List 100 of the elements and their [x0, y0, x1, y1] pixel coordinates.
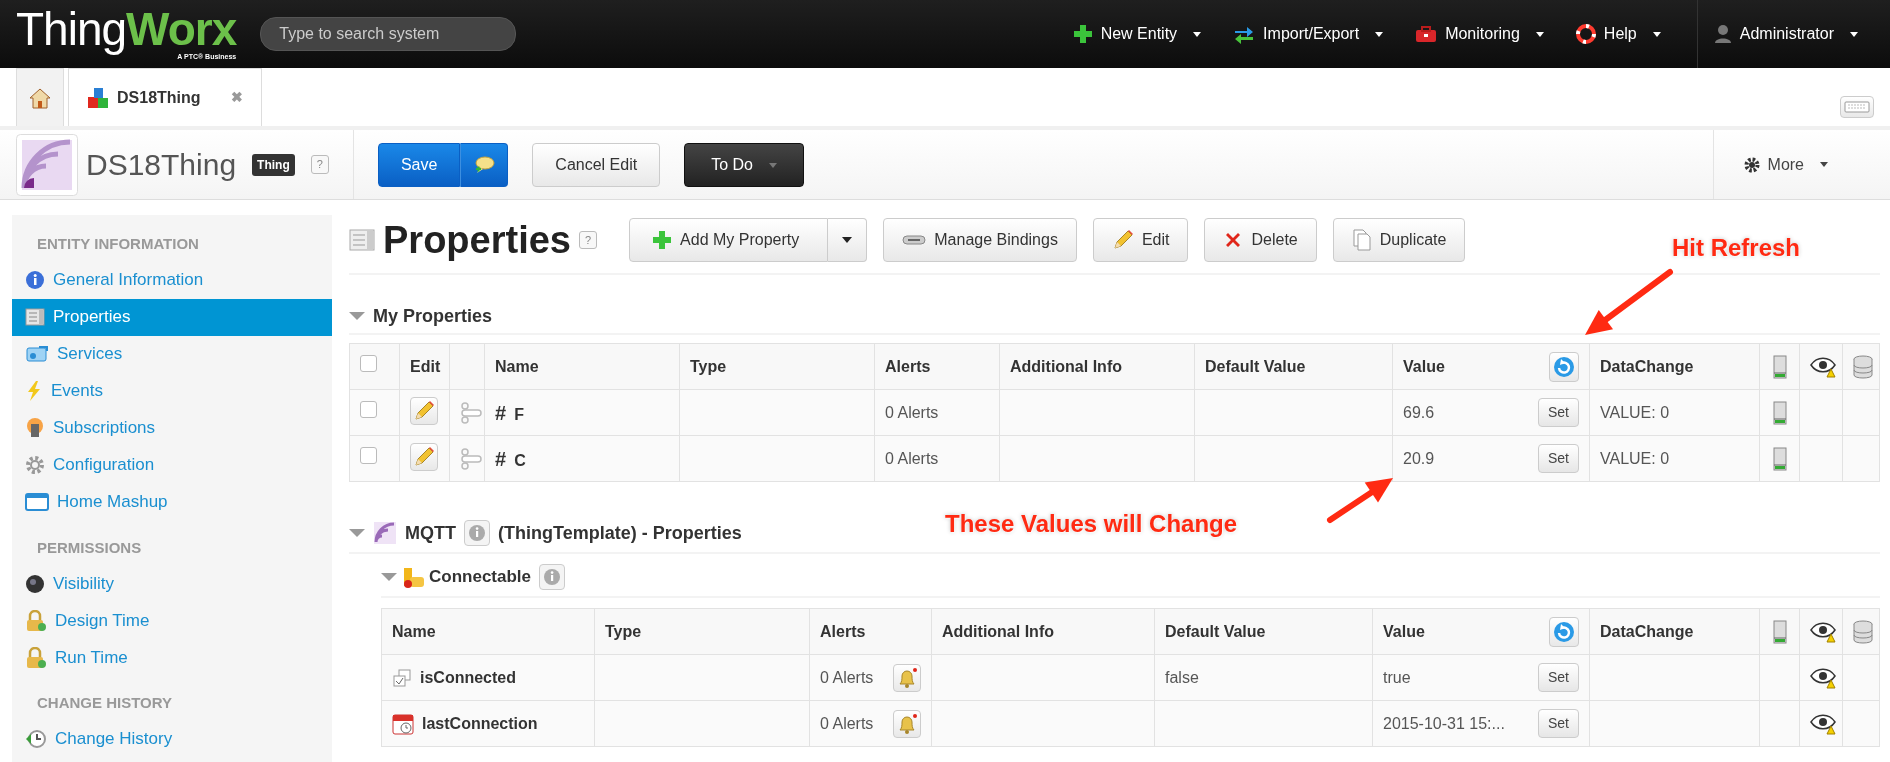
value-text: true	[1383, 667, 1411, 688]
column-header: Edit	[399, 343, 450, 390]
pencil-icon	[413, 399, 435, 422]
column-header: Additional Info	[999, 343, 1195, 390]
set-button[interactable]: Set	[1538, 398, 1579, 427]
window-icon	[25, 492, 49, 512]
menu-button[interactable]: New Entity	[1056, 0, 1218, 68]
edit-button[interactable]: Edit	[1092, 218, 1189, 262]
property-name: lastConnection	[422, 713, 538, 734]
value-text: 2015-10-31 15:...	[1383, 713, 1505, 734]
refresh-icon	[1552, 354, 1576, 379]
help-button[interactable]: ?	[310, 155, 329, 174]
padlock-icon	[25, 646, 47, 669]
column-header: Type	[679, 343, 875, 390]
calendar-icon	[392, 712, 414, 735]
alerts-button[interactable]	[893, 663, 921, 692]
menu-button[interactable]: Help	[1559, 0, 1677, 68]
column-header: Additional Info	[931, 608, 1155, 655]
value-text: 20.9	[1403, 448, 1435, 469]
menu-button[interactable]: Administrator	[1696, 0, 1874, 68]
info-icon	[468, 524, 486, 542]
house-icon	[29, 86, 51, 109]
search-field[interactable]: Type to search system	[260, 17, 517, 51]
server-icon	[1772, 446, 1787, 471]
gear-icon	[25, 455, 45, 475]
sidebar-heading: CHANGE HISTORY	[37, 693, 173, 713]
data-change-text: VALUE: 0	[1589, 435, 1760, 482]
column-header: Value	[1403, 356, 1445, 377]
entity-tab[interactable]: DS18Thing ✖	[68, 68, 262, 126]
default-value-text: false	[1154, 654, 1373, 701]
entity-name: DS18Thing	[86, 147, 237, 183]
manage-bindings-button[interactable]: Manage Bindings	[883, 218, 1077, 262]
info-icon	[543, 568, 562, 586]
sidebar-heading: PERMISSIONS	[37, 537, 143, 558]
edit-row-button[interactable]	[410, 396, 438, 425]
duplicate-button[interactable]: Duplicate	[1332, 218, 1466, 262]
property-name: isConnected	[420, 667, 516, 688]
more-dropdown[interactable]: More	[1712, 130, 1890, 199]
caret-icon[interactable]	[842, 237, 853, 243]
property-name: C	[514, 451, 526, 469]
set-button[interactable]: Set	[1538, 444, 1579, 473]
checkbox[interactable]	[360, 446, 377, 464]
edit-row-button[interactable]	[410, 442, 438, 471]
refresh-button[interactable]	[1549, 351, 1579, 382]
properties-icon	[349, 228, 375, 252]
binding-icon	[460, 448, 482, 471]
delete-button[interactable]: Delete	[1204, 218, 1317, 262]
refresh-button[interactable]	[1549, 616, 1579, 647]
entity-type-badge: Thing	[252, 153, 295, 176]
column-header: Type	[594, 608, 810, 655]
eye-warning-icon	[1810, 667, 1836, 690]
menu-button[interactable]: Monitoring	[1399, 0, 1560, 68]
todo-dropdown[interactable]: To Do	[684, 142, 804, 187]
keyboard-button[interactable]	[1840, 96, 1874, 118]
plus-icon	[652, 230, 673, 250]
comment-button[interactable]	[460, 142, 509, 187]
checkbox[interactable]	[360, 400, 377, 418]
set-button[interactable]: Set	[1538, 663, 1579, 692]
server-icon	[1772, 619, 1787, 644]
bell-icon	[896, 666, 918, 689]
services-icon	[25, 344, 49, 364]
binding-icon	[460, 402, 482, 425]
menu-button[interactable]: Import/Export	[1217, 0, 1400, 68]
toolbox-icon	[1415, 25, 1438, 43]
collapse-arrow-icon[interactable]	[349, 312, 365, 320]
property-name: F	[514, 405, 524, 423]
lightning-icon	[25, 380, 43, 402]
server-icon	[1772, 400, 1787, 425]
help-button[interactable]: ?	[578, 230, 598, 250]
number-type-symbol: #	[495, 401, 507, 424]
database-icon	[1853, 619, 1873, 644]
thing-icon	[16, 133, 78, 196]
info-button[interactable]	[539, 564, 566, 590]
alerts-button[interactable]	[893, 709, 921, 738]
link-icon	[902, 234, 927, 246]
database-icon	[1853, 354, 1873, 379]
template-title: (ThingTemplate) - Properties	[498, 521, 742, 545]
thing-template-icon	[373, 521, 397, 545]
shape-name: Connectable	[429, 566, 532, 589]
home-tab[interactable]	[16, 68, 64, 126]
padlock-icon	[25, 609, 47, 632]
column-header: Default Value	[1194, 343, 1393, 390]
info-button[interactable]	[464, 520, 490, 546]
section-title: My Properties	[373, 304, 493, 328]
checkbox[interactable]	[360, 354, 377, 372]
cancel-edit-button[interactable]: Cancel Edit	[532, 142, 661, 187]
properties-icon	[25, 307, 45, 327]
save-button[interactable]: Save	[377, 142, 461, 187]
documents-icon	[1351, 229, 1372, 251]
column-header: Name	[381, 608, 595, 655]
column-header: Name	[484, 343, 680, 390]
column-header: Value	[1383, 621, 1425, 642]
checkbox-pair-icon	[392, 667, 412, 688]
eye-warning-icon	[1810, 713, 1836, 736]
collapse-arrow-icon[interactable]	[349, 529, 365, 537]
set-button[interactable]: Set	[1538, 709, 1579, 738]
speech-bubble-icon	[473, 155, 496, 176]
alerts-count: 0 Alerts	[874, 389, 1000, 436]
dropdown-toggle-button[interactable]	[828, 218, 868, 262]
add-property-button[interactable]: Add My Property	[629, 218, 829, 262]
